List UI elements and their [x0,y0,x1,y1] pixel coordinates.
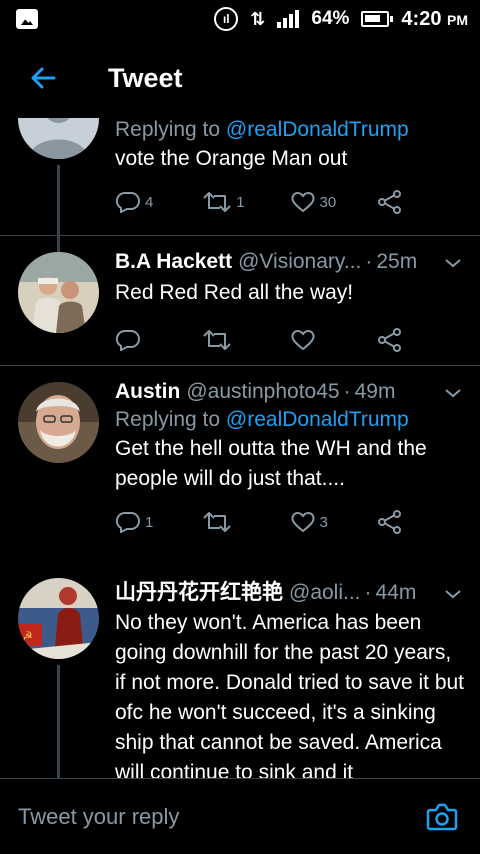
back-arrow-icon [31,67,56,89]
reply-count: 4 [145,193,154,211]
tweet-actions: 1 3 [115,510,464,534]
svg-text:☭: ☭ [22,629,33,643]
tweet-text: No they won't. America has been going do… [115,611,465,778]
retweet-icon [203,192,231,212]
separator-dot: · [364,581,372,604]
tweet-3[interactable]: ☭ 山丹丹花开红艳艳 @aoli... · 44m No they won't.… [0,566,480,778]
reply-input[interactable]: Tweet your reply [18,804,422,830]
clock: 4:20 PM [401,8,468,31]
tweet-text: vote the Orange Man out [115,147,348,170]
display-name[interactable]: B.A Hackett [115,250,232,274]
tweet-body: B.A Hackett @Visionary... · 25m Red Red … [115,250,464,352]
tweet-header: Austin @austinphoto45 · 49m [115,380,464,404]
replying-to-label: Replying to [115,408,221,431]
camera-button[interactable] [422,797,462,837]
timestamp: 44m [375,581,417,604]
avatar[interactable] [18,118,99,159]
chevron-down-icon[interactable] [442,385,464,401]
tweet-2[interactable]: Austin @austinphoto45 · 49m Replying to … [0,366,480,566]
retweet-count: 1 [236,193,245,211]
gallery-icon [16,9,38,29]
data-arrows-icon: ⇅ [250,8,266,29]
replying-to-label: Replying to [115,118,221,141]
tweet-feed[interactable]: Replying to @realDonaldTrump vote the Or… [0,118,480,778]
like-button[interactable] [290,329,377,351]
page-title: Tweet [108,62,183,93]
status-icons: ıl ⇅ 64% 4:20 PM [214,7,468,31]
reply-icon [115,191,140,213]
avatar[interactable]: ☭ [18,578,99,659]
tweet-actions [115,328,464,352]
retweet-button[interactable]: 1 [202,191,289,213]
retweet-icon [203,512,231,532]
heart-icon [290,512,315,533]
user-handle[interactable]: @aoli... [289,581,361,605]
mention-link[interactable]: @realDonaldTrump [226,118,409,141]
reply-button[interactable]: 4 [115,191,202,213]
like-button[interactable]: 30 [290,191,377,213]
heart-icon [290,192,315,213]
user-handle[interactable]: @Visionary... [238,250,361,274]
share-button[interactable] [377,328,464,352]
signal-icon [277,10,300,28]
reply-icon [115,329,140,351]
reply-button[interactable]: 1 [115,511,202,533]
reply-icon [115,511,140,533]
tweet-body: Austin @austinphoto45 · 49m Replying to … [115,380,464,534]
like-count: 3 [319,513,328,531]
chevron-down-icon[interactable] [442,255,464,271]
like-button[interactable]: 3 [290,511,377,533]
display-name[interactable]: 山丹丹花开红艳艳 [115,576,283,606]
separator-dot: · [365,250,373,273]
reply-bar: Tweet your reply [0,778,480,854]
clock-time: 4:20 [401,7,442,30]
share-button[interactable] [377,190,464,214]
tweet-body: 山丹丹花开红艳艳 @aoli... · 44m No they won't. A… [115,576,464,778]
reply-count: 1 [145,513,154,531]
like-count: 30 [319,193,337,211]
replying-to: Replying to @realDonaldTrump [115,408,464,432]
battery-percent: 64% [311,8,350,29]
retweet-icon [203,330,231,350]
share-icon [377,328,401,352]
tweet-header: B.A Hackett @Visionary... · 25m [115,250,464,274]
tweet-text: Red Red Red all the way! [115,281,354,304]
timestamp: 49m [354,380,396,403]
tweet-actions: 4 1 30 [115,190,464,214]
clock-ampm: PM [447,11,468,28]
nfc-icon: ıl [214,7,239,31]
mention-link[interactable]: @realDonaldTrump [226,408,409,431]
share-icon [377,510,401,534]
retweet-button[interactable] [202,511,289,533]
chevron-down-icon[interactable] [442,586,464,602]
status-bar: ıl ⇅ 64% 4:20 PM [0,0,480,38]
user-handle[interactable]: @austinphoto45 [186,380,339,404]
tweet-text: Get the hell outta the WH and the people… [115,437,427,490]
battery-icon [361,11,394,27]
tweet-header: 山丹丹花开红艳艳 @aoli... · 44m [115,576,464,606]
retweet-button[interactable] [202,329,289,351]
avatar[interactable] [18,382,99,463]
separator-dot: · [343,380,351,403]
share-button[interactable] [377,510,464,534]
heart-icon [290,330,315,351]
camera-icon [426,803,458,830]
app-header: Tweet [0,38,480,118]
thread-line [57,665,60,778]
tweet-body: Replying to @realDonaldTrump vote the Or… [115,118,464,214]
avatar[interactable] [18,252,99,333]
reply-button[interactable] [115,329,202,351]
back-button[interactable] [0,38,86,118]
share-icon [377,190,401,214]
replying-to: Replying to @realDonaldTrump [115,118,464,142]
tweet-1[interactable]: B.A Hackett @Visionary... · 25m Red Red … [0,236,480,364]
display-name[interactable]: Austin [115,380,180,404]
timestamp: 25m [376,250,418,273]
